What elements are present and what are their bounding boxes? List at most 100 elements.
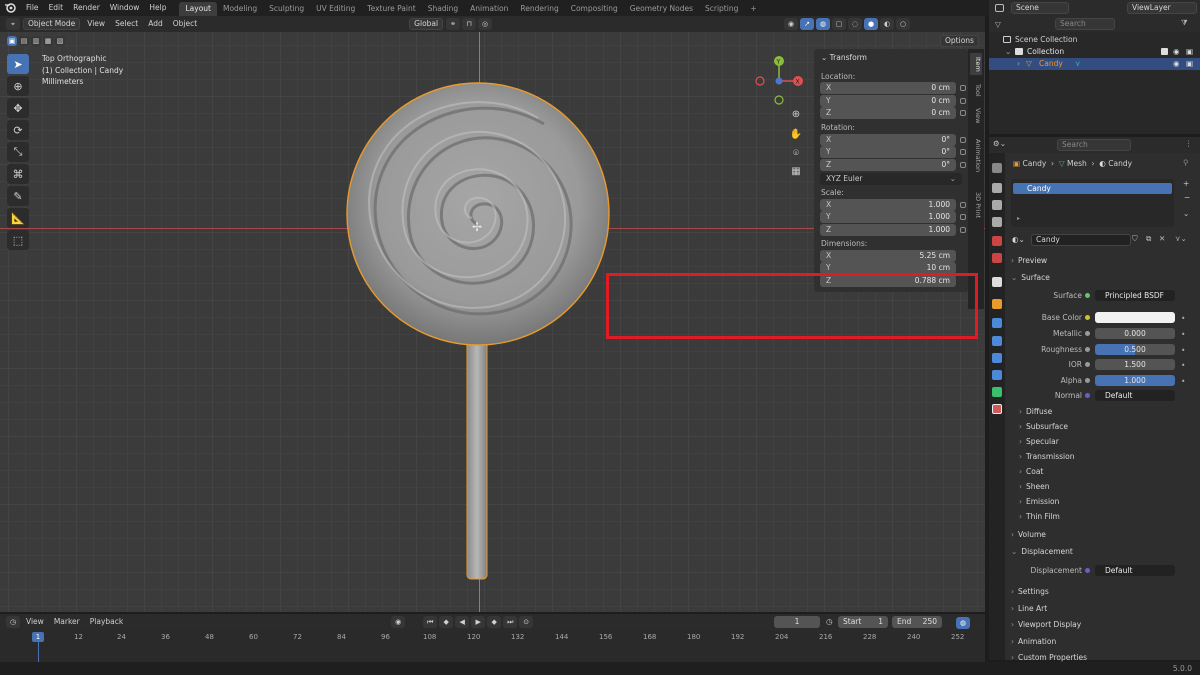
- candy-mesh[interactable]: [330, 72, 630, 582]
- jump-end-icon[interactable]: ⏭: [503, 616, 518, 628]
- lock-icon[interactable]: [960, 85, 966, 91]
- render-tab-icon[interactable]: [992, 183, 1002, 193]
- checkbox-icon[interactable]: [1161, 48, 1168, 55]
- remove-slot-icon[interactable]: −: [1184, 193, 1190, 202]
- unlink-material-icon[interactable]: ✕: [1159, 234, 1165, 243]
- node-link-icon[interactable]: ⋎⌄: [1175, 234, 1187, 243]
- collection-row[interactable]: ⌄ Collection ◉ ▣: [989, 46, 1200, 58]
- tab-shading[interactable]: Shading: [422, 2, 464, 16]
- material-slot-candy[interactable]: Candy: [1013, 183, 1172, 194]
- metallic-field[interactable]: 0.000: [1095, 328, 1175, 339]
- menu-window[interactable]: Window: [105, 0, 145, 16]
- subsection-emission[interactable]: › Emission: [1019, 497, 1059, 506]
- tool-tab-icon[interactable]: [992, 163, 1002, 173]
- end-frame-field[interactable]: End 250: [892, 616, 942, 628]
- mode-selector[interactable]: Object Mode: [23, 18, 81, 30]
- gizmo-toggle-icon[interactable]: ↗: [800, 18, 815, 30]
- location-x-field[interactable]: X0 cm: [820, 82, 956, 94]
- tab-sculpting[interactable]: Sculpting: [263, 2, 310, 16]
- normal-field[interactable]: Default: [1095, 390, 1175, 401]
- zoom-icon[interactable]: ⊕: [788, 106, 804, 122]
- dimensions-x-field[interactable]: X 5.25 cm: [820, 250, 956, 262]
- eye-icon[interactable]: ◉: [1173, 58, 1180, 70]
- filter-funnel-icon[interactable]: ⧩: [1181, 18, 1188, 28]
- menu-file[interactable]: File: [21, 0, 44, 16]
- measure-tool-icon[interactable]: 📐: [7, 208, 29, 228]
- rotation-x-field[interactable]: X 0°: [820, 134, 956, 146]
- slot-menu-icon[interactable]: ⌄: [1183, 209, 1189, 218]
- view-layer-selector[interactable]: ViewLayer: [1127, 2, 1197, 14]
- scene-tab-icon[interactable]: [992, 236, 1002, 246]
- fake-user-icon[interactable]: ⛉: [1132, 234, 1138, 244]
- menu-add[interactable]: Add: [143, 16, 168, 32]
- add-slot-icon[interactable]: +: [1183, 179, 1189, 188]
- menu-help[interactable]: Help: [144, 0, 171, 16]
- cursor-tool-icon[interactable]: ⊕: [7, 76, 29, 96]
- wireframe-shading-icon[interactable]: ◌: [848, 18, 863, 30]
- scene-collection-row[interactable]: Scene Collection: [989, 34, 1200, 46]
- section-animation[interactable]: › Animation: [1011, 637, 1056, 646]
- clock-editor-icon[interactable]: ◷: [6, 616, 20, 628]
- lock-icon[interactable]: [960, 202, 966, 208]
- transform-panel-title[interactable]: ⌄ Transform: [821, 53, 867, 62]
- outliner-search-input[interactable]: Search: [1055, 18, 1115, 30]
- visibility-icon[interactable]: ◉: [784, 18, 799, 30]
- timeline-view-icon[interactable]: ◍: [956, 617, 970, 629]
- section-line-art[interactable]: › Line Art: [1011, 604, 1047, 613]
- section-volume[interactable]: › Volume: [1011, 530, 1046, 539]
- rotate-tool-icon[interactable]: ⟳: [7, 120, 29, 140]
- menu-view[interactable]: View: [82, 16, 110, 32]
- output-tab-icon[interactable]: [992, 200, 1002, 210]
- overlay-toggle-icon[interactable]: ◍: [816, 18, 831, 30]
- world-tab-icon[interactable]: [992, 253, 1002, 263]
- physics-tab-icon[interactable]: [992, 353, 1002, 363]
- subsection-specular[interactable]: › Specular: [1019, 437, 1059, 446]
- 3d-viewport[interactable]: ▣ ▤ ▥ ▦ ▧ ➤ ⊕ ✥ ⟳ ⤡ ⌘ ✎ 📐 ⬚ Top Orthogra…: [0, 32, 985, 612]
- jump-keyframe-back-icon[interactable]: ◆: [439, 616, 454, 628]
- lock-icon[interactable]: [960, 137, 966, 143]
- scale-y-field[interactable]: Y 1.000: [820, 211, 956, 223]
- tab-layout[interactable]: Layout: [179, 1, 217, 16]
- rotation-z-field[interactable]: Z 0°: [820, 159, 956, 171]
- tab-scripting[interactable]: Scripting: [699, 2, 744, 16]
- subsection-transmission[interactable]: › Transmission: [1019, 452, 1074, 461]
- material-tab-icon[interactable]: [992, 404, 1002, 414]
- keying-icon[interactable]: ⊙: [519, 616, 534, 628]
- base-color-swatch[interactable]: [1095, 312, 1175, 323]
- timeline-scrubber[interactable]: 1 12 24 36 48 60 72 84 96 108 120 132 14…: [0, 630, 985, 662]
- sidebar-tab-tool[interactable]: Tool: [970, 79, 982, 101]
- camera-view-icon[interactable]: ⌾: [788, 145, 804, 161]
- lock-icon[interactable]: [960, 227, 966, 233]
- rendered-shading-icon[interactable]: ○: [896, 18, 911, 30]
- pan-hand-icon[interactable]: ✋: [788, 126, 804, 142]
- expand-arrow-icon[interactable]: ⌄: [1005, 46, 1011, 58]
- timeline-menu-playback[interactable]: Playback: [85, 614, 128, 630]
- particles-tab-icon[interactable]: [992, 336, 1002, 346]
- expand-arrow-icon[interactable]: ›: [1017, 58, 1020, 70]
- menu-object[interactable]: Object: [168, 16, 202, 32]
- menu-render[interactable]: Render: [68, 0, 105, 16]
- select-invert-icon[interactable]: ▦: [43, 36, 53, 46]
- navigation-gizmo[interactable]: Y X: [752, 54, 808, 110]
- timeline-menu-marker[interactable]: Marker: [49, 614, 85, 630]
- play-reverse-icon[interactable]: ◀: [455, 616, 470, 628]
- section-preview[interactable]: › Preview: [1011, 256, 1047, 265]
- collection-tab-icon[interactable]: [992, 277, 1002, 287]
- tab-rendering[interactable]: Rendering: [514, 2, 564, 16]
- jump-keyframe-forward-icon[interactable]: ◆: [487, 616, 502, 628]
- sidebar-tab-view[interactable]: View: [970, 105, 982, 127]
- select-tool-icon[interactable]: ➤: [7, 54, 29, 74]
- options-button[interactable]: Options: [940, 35, 979, 47]
- section-displacement[interactable]: ⌄ Displacement: [1011, 547, 1073, 556]
- jump-start-icon[interactable]: ⏮: [423, 616, 438, 628]
- duplicate-material-icon[interactable]: ⧉: [1146, 234, 1151, 244]
- section-custom-properties[interactable]: › Custom Properties: [1011, 653, 1087, 662]
- subsection-thin-film[interactable]: › Thin Film: [1019, 512, 1060, 521]
- lock-icon[interactable]: [960, 214, 966, 220]
- location-z-field[interactable]: Z0 cm: [820, 107, 956, 119]
- record-icon[interactable]: ◉: [391, 616, 406, 628]
- tab-animation[interactable]: Animation: [464, 2, 514, 16]
- ior-field[interactable]: 1.500: [1095, 359, 1175, 370]
- lock-icon[interactable]: [960, 149, 966, 155]
- subsection-diffuse[interactable]: › Diffuse: [1019, 407, 1052, 416]
